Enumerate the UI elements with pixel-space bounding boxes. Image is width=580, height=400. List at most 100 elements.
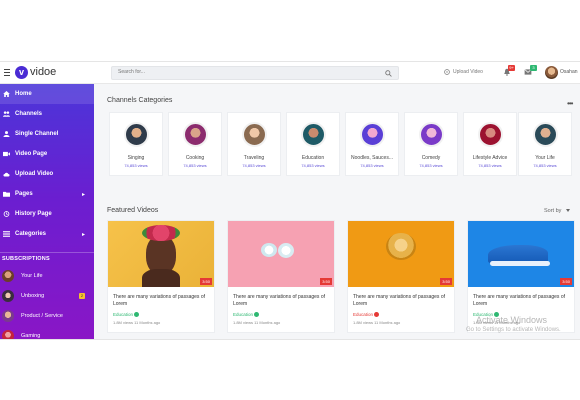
video-channel-name: Education [113, 312, 134, 317]
category-name: Your Life [535, 155, 555, 161]
upload-icon[interactable] [444, 69, 450, 75]
sidebar-item-label: Channels [15, 111, 43, 117]
logo-icon[interactable]: v [15, 66, 28, 79]
video-channel[interactable]: Education [113, 312, 140, 318]
cloud-upload-icon [3, 172, 10, 177]
sidebar-item-history-page[interactable]: History Page [0, 204, 94, 224]
sidebar-item-channels[interactable]: Channels [0, 104, 94, 124]
sidebar-item-single-channel[interactable]: Single Channel [0, 124, 94, 144]
video-thumbnail[interactable]: 3:50 [228, 221, 334, 287]
list-icon [3, 231, 10, 237]
category-views: 74,853 views [478, 163, 502, 168]
logo-text[interactable]: vidoe [30, 66, 56, 78]
duration-badge: 3:50 [200, 278, 212, 285]
section-title-categories: Channels Categories [107, 97, 173, 104]
category-avatar [360, 122, 385, 147]
user-icon [3, 131, 10, 137]
search-input[interactable]: Search for... [111, 66, 399, 80]
sidebar-item-label: Home [15, 91, 32, 97]
subscription-item[interactable]: Unboxing 2 [0, 286, 94, 306]
category-card[interactable]: Noodles, Sauces... 74,853 views [345, 112, 399, 176]
user-name[interactable]: Osahan [560, 69, 578, 75]
video-icon [3, 151, 10, 157]
search-placeholder: Search for... [118, 69, 145, 75]
sidebar-item-pages[interactable]: Pages ▸ [0, 184, 94, 204]
category-views: 74,853 views [301, 163, 325, 168]
category-card[interactable]: Your Life 74,853 views [518, 112, 572, 176]
subscription-label: Unboxing [21, 293, 45, 299]
category-card[interactable]: Singing 74,853 views [109, 112, 163, 176]
history-icon [3, 211, 10, 217]
video-thumbnail[interactable]: 3:50 [468, 221, 574, 287]
section-title-featured: Featured Videos [107, 207, 159, 214]
duration-badge: 3:50 [320, 278, 332, 285]
verified-icon [374, 312, 380, 318]
video-channel[interactable]: Education [233, 312, 260, 318]
category-name: Traveling [243, 155, 265, 161]
video-meta: 1.8M views 11 Months ago [353, 320, 401, 325]
subscription-item[interactable]: Gaming [0, 326, 94, 339]
sidebar-item-categories[interactable]: Categories ▸ [0, 224, 94, 244]
search-icon[interactable] [385, 70, 392, 77]
category-card[interactable]: Cooking 74,853 views [168, 112, 222, 176]
sidebar-item-video-page[interactable]: Video Page [0, 144, 94, 164]
app-window: v vidoe Search for... Upload Video 9+ 3 … [0, 61, 580, 340]
subscription-label: Your Life [21, 273, 43, 279]
category-views: 74,853 views [533, 163, 557, 168]
video-card[interactable]: 3:50 There are many variations of passag… [107, 220, 215, 333]
sidebar-item-upload-video[interactable]: Upload Video [0, 164, 94, 184]
video-card[interactable]: 3:50 There are many variations of passag… [227, 220, 335, 333]
video-card[interactable]: 3:50 There are many variations of passag… [347, 220, 455, 333]
sort-by-dropdown[interactable]: Sort by [544, 208, 561, 214]
category-avatar [242, 122, 267, 147]
video-channel-name: Education [353, 312, 374, 317]
sidebar-item-label: History Page [15, 211, 52, 217]
sidebar-item-label: Upload Video [15, 171, 54, 177]
category-name: Noodles, Sauces... [351, 155, 393, 161]
avatar [2, 310, 14, 322]
subscription-item[interactable]: Product / Service [0, 306, 94, 326]
category-card[interactable]: Comedy 74,853 views [404, 112, 458, 176]
category-avatar [301, 122, 326, 147]
subscription-label: Gaming [21, 333, 41, 339]
video-channel[interactable]: Education [353, 312, 380, 318]
category-views: 74,853 views [124, 163, 148, 168]
duration-badge: 3:50 [560, 278, 572, 285]
video-title[interactable]: There are many variations of passages of… [233, 294, 331, 308]
home-icon [3, 91, 10, 97]
avatar [2, 330, 14, 339]
windows-activation-title: Activate Windows [476, 315, 548, 325]
upload-video-link[interactable]: Upload Video [453, 69, 483, 75]
category-views: 74,853 views [419, 163, 443, 168]
video-title[interactable]: There are many variations of passages of… [473, 294, 571, 308]
category-card[interactable]: Lifestyle Advice 74,853 views [463, 112, 517, 176]
category-card[interactable]: Education 74,853 views [286, 112, 340, 176]
category-name: Cooking [185, 155, 205, 161]
category-name: Education [301, 155, 325, 161]
sidebar: Home Channels Single Channel Video Page … [0, 84, 94, 339]
video-title[interactable]: There are many variations of passages of… [353, 294, 451, 308]
video-thumbnail[interactable]: 3:50 [108, 221, 214, 287]
messages-badge: 3 [530, 65, 537, 71]
chevron-right-icon: ▸ [82, 192, 86, 198]
windows-activation-hint: Go to Settings to activate Windows. [466, 327, 561, 333]
user-avatar[interactable] [545, 66, 558, 79]
category-views: 74,853 views [360, 163, 384, 168]
verified-icon [134, 312, 140, 318]
category-card[interactable]: Traveling 74,853 views [227, 112, 281, 176]
category-avatar [183, 122, 208, 147]
video-thumbnail[interactable]: 3:50 [348, 221, 454, 287]
video-channel-name: Education [233, 312, 254, 317]
video-meta: 1.8M views 11 Months ago [113, 320, 161, 325]
duration-badge: 3:50 [440, 278, 452, 285]
menu-icon[interactable] [4, 69, 10, 76]
sidebar-item-label: Categories [15, 231, 47, 237]
video-title[interactable]: There are many variations of passages of… [113, 294, 211, 308]
chevron-right-icon: ▸ [82, 232, 86, 238]
subscription-count-badge: 2 [79, 293, 85, 299]
sidebar-item-home[interactable]: Home [0, 84, 94, 104]
category-views: 74,853 views [242, 163, 266, 168]
caret-down-icon[interactable] [566, 209, 570, 212]
more-options-icon[interactable]: ••• [567, 99, 573, 108]
subscription-item[interactable]: Your Life [0, 266, 94, 286]
